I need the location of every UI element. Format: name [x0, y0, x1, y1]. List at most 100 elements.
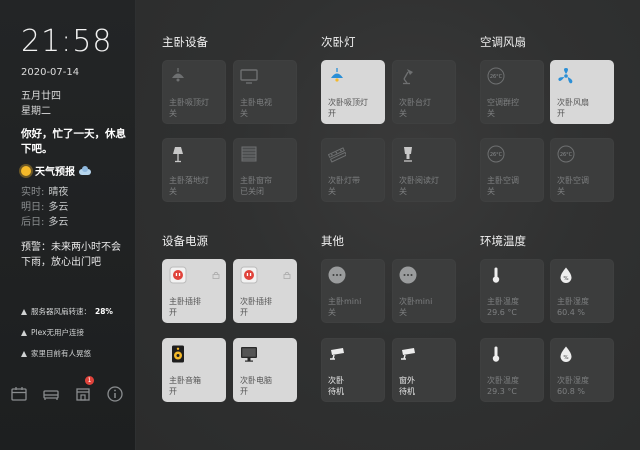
- tile-name: 次卧阅读灯: [399, 176, 439, 185]
- power-socket-icon: [240, 266, 258, 284]
- tile-state: 开: [240, 308, 248, 317]
- tile-name: 次卧台灯: [399, 98, 431, 107]
- tile-second-fan[interactable]: 次卧风扇 开: [550, 60, 614, 124]
- forecast-title: 天气预报: [21, 163, 91, 178]
- tile-second-mini[interactable]: 次卧mini 关: [392, 259, 456, 323]
- tile-second-strip[interactable]: 次卧插排 开: [233, 259, 297, 323]
- forecast-day-after: 后日: 多云: [21, 213, 68, 228]
- section-power: 设备电源: [162, 234, 208, 248]
- tile-state: 开: [169, 308, 177, 317]
- tile-name: 主卧窗帘: [240, 176, 272, 185]
- tile-second-reading-lamp[interactable]: 次卧阅读灯 关: [392, 138, 456, 202]
- forecast-now-value: 晴夜: [48, 187, 69, 198]
- status-fan-speed-text: 服务器风扇转速：: [31, 307, 91, 316]
- mini-speaker-icon: [328, 266, 346, 284]
- tile-name: 次卧空调: [557, 176, 589, 185]
- tile-master-strip[interactable]: 主卧插排 开: [162, 259, 226, 323]
- tile-name: 主卧插排: [169, 297, 201, 306]
- tile-master-ceiling-light[interactable]: 主卧吸顶灯 关: [162, 60, 226, 124]
- tv-icon: [240, 67, 258, 85]
- forecast-label: 天气预报: [35, 167, 75, 178]
- forecast-tomorrow: 明日: 多云: [21, 198, 68, 213]
- section-environment: 环境温度: [480, 234, 526, 248]
- tile-master-humidity[interactable]: % 主卧湿度 60.4 %: [550, 259, 614, 323]
- weekday: 星期二: [21, 106, 51, 117]
- tile-master-ac[interactable]: 26°C 主卧空调 关: [480, 138, 544, 202]
- sun-icon: [21, 165, 31, 176]
- floor-lamp-icon: [169, 145, 187, 163]
- tile-master-curtain[interactable]: 主卧窗帘 已关闭: [233, 138, 297, 202]
- tile-state: 关: [169, 109, 177, 118]
- speaker-icon: [169, 345, 187, 363]
- tile-name: 次卧湿度: [557, 376, 589, 385]
- bottom-nav: 1: [10, 376, 124, 403]
- ac-group-setpoint: 26°C: [490, 74, 503, 80]
- tile-name: 次卧灯带: [328, 176, 360, 185]
- home-icon[interactable]: 1: [74, 376, 94, 403]
- tile-state: 开: [169, 387, 177, 396]
- section-other: 其他: [321, 234, 344, 248]
- forecast-day-after-value: 多云: [48, 217, 69, 228]
- ceiling-lamp-icon: [169, 67, 187, 85]
- power-socket-icon: [169, 266, 187, 284]
- sidebar: 21:58 2020-07-14 五月廿四 星期二 你好，忙了一天，休息下吧。 …: [0, 0, 136, 450]
- tile-name: 次卧mini: [399, 297, 433, 306]
- warning-icon: [21, 350, 27, 357]
- tile-state: 开: [240, 387, 248, 396]
- bed-icon[interactable]: [42, 385, 60, 403]
- tile-name: 主卧空调: [487, 176, 519, 185]
- tile-second-ac[interactable]: 26°C 次卧空调 关: [550, 138, 614, 202]
- tile-name: 空调群控: [487, 98, 519, 107]
- section-ac-fan: 空调风扇: [480, 35, 526, 49]
- svg-text:%: %: [563, 276, 568, 282]
- tile-name: 主卧吸顶灯: [169, 98, 209, 107]
- tile-master-tv[interactable]: 主卧电视 关: [233, 60, 297, 124]
- warning-icon: [21, 329, 27, 336]
- forecast-now: 实时: 晴夜: [21, 183, 68, 198]
- tile-master-temperature[interactable]: 主卧温度 29.6 °C: [480, 259, 544, 323]
- tile-state: 60.4 %: [557, 308, 585, 317]
- cloud-icon: [79, 166, 91, 175]
- tile-second-camera[interactable]: 次卧 待机: [321, 338, 385, 402]
- tile-second-temperature[interactable]: 次卧温度 29.3 °C: [480, 338, 544, 402]
- second-ac-setpoint: 26°C: [560, 152, 573, 158]
- forecast-now-label: 实时:: [21, 187, 45, 198]
- status-fan-speed: 服务器风扇转速： 28%: [21, 306, 113, 317]
- tile-state: 已关闭: [240, 187, 264, 196]
- tile-name: 窗外: [399, 376, 415, 385]
- notification-badge: 1: [85, 376, 94, 385]
- tile-name: 主卧mini: [328, 297, 362, 306]
- tile-second-desk-lamp[interactable]: 次卧台灯 关: [392, 60, 456, 124]
- tile-second-pc[interactable]: 次卧电脑 开: [233, 338, 297, 402]
- tile-name: 次卧温度: [487, 376, 519, 385]
- section-second-bedroom-light: 次卧灯: [321, 35, 356, 49]
- tile-state: 关: [399, 308, 407, 317]
- tile-outdoor-camera[interactable]: 窗外 待机: [392, 338, 456, 402]
- tile-second-light-strip[interactable]: 次卧灯带 关: [321, 138, 385, 202]
- lock-icon: [283, 264, 291, 279]
- tile-ac-group[interactable]: 26°C 空调群控 关: [480, 60, 544, 124]
- tile-name: 主卧温度: [487, 297, 519, 306]
- tile-state: 关: [399, 187, 407, 196]
- forecast-tomorrow-value: 多云: [48, 202, 69, 213]
- mini-speaker-icon: [399, 266, 417, 284]
- tile-master-speaker[interactable]: 主卧音箱 开: [162, 338, 226, 402]
- tile-master-mini[interactable]: 主卧mini 关: [321, 259, 385, 323]
- status-fan-speed-value: 28%: [95, 307, 113, 316]
- lunar-day: 五月廿四: [21, 91, 61, 102]
- tile-state: 待机: [328, 387, 344, 396]
- tile-name: 次卧吸顶灯: [328, 98, 368, 107]
- tile-second-humidity[interactable]: % 次卧湿度 60.8 %: [550, 338, 614, 402]
- tile-name: 次卧风扇: [557, 98, 589, 107]
- tile-master-floor-lamp[interactable]: 主卧落地灯 关: [162, 138, 226, 202]
- forecast-day-after-label: 后日:: [21, 217, 45, 228]
- calendar-icon[interactable]: [10, 385, 28, 403]
- tile-name: 次卧电脑: [240, 376, 272, 385]
- greeting: 你好，忙了一天，休息下吧。: [21, 128, 126, 155]
- humidity-icon: %: [557, 266, 575, 284]
- info-icon[interactable]: [106, 385, 124, 403]
- tile-name: 次卧插排: [240, 297, 272, 306]
- tile-second-ceiling-light[interactable]: 次卧吸顶灯 开: [321, 60, 385, 124]
- tile-name: 主卧电视: [240, 98, 272, 107]
- monitor-icon: [240, 345, 258, 363]
